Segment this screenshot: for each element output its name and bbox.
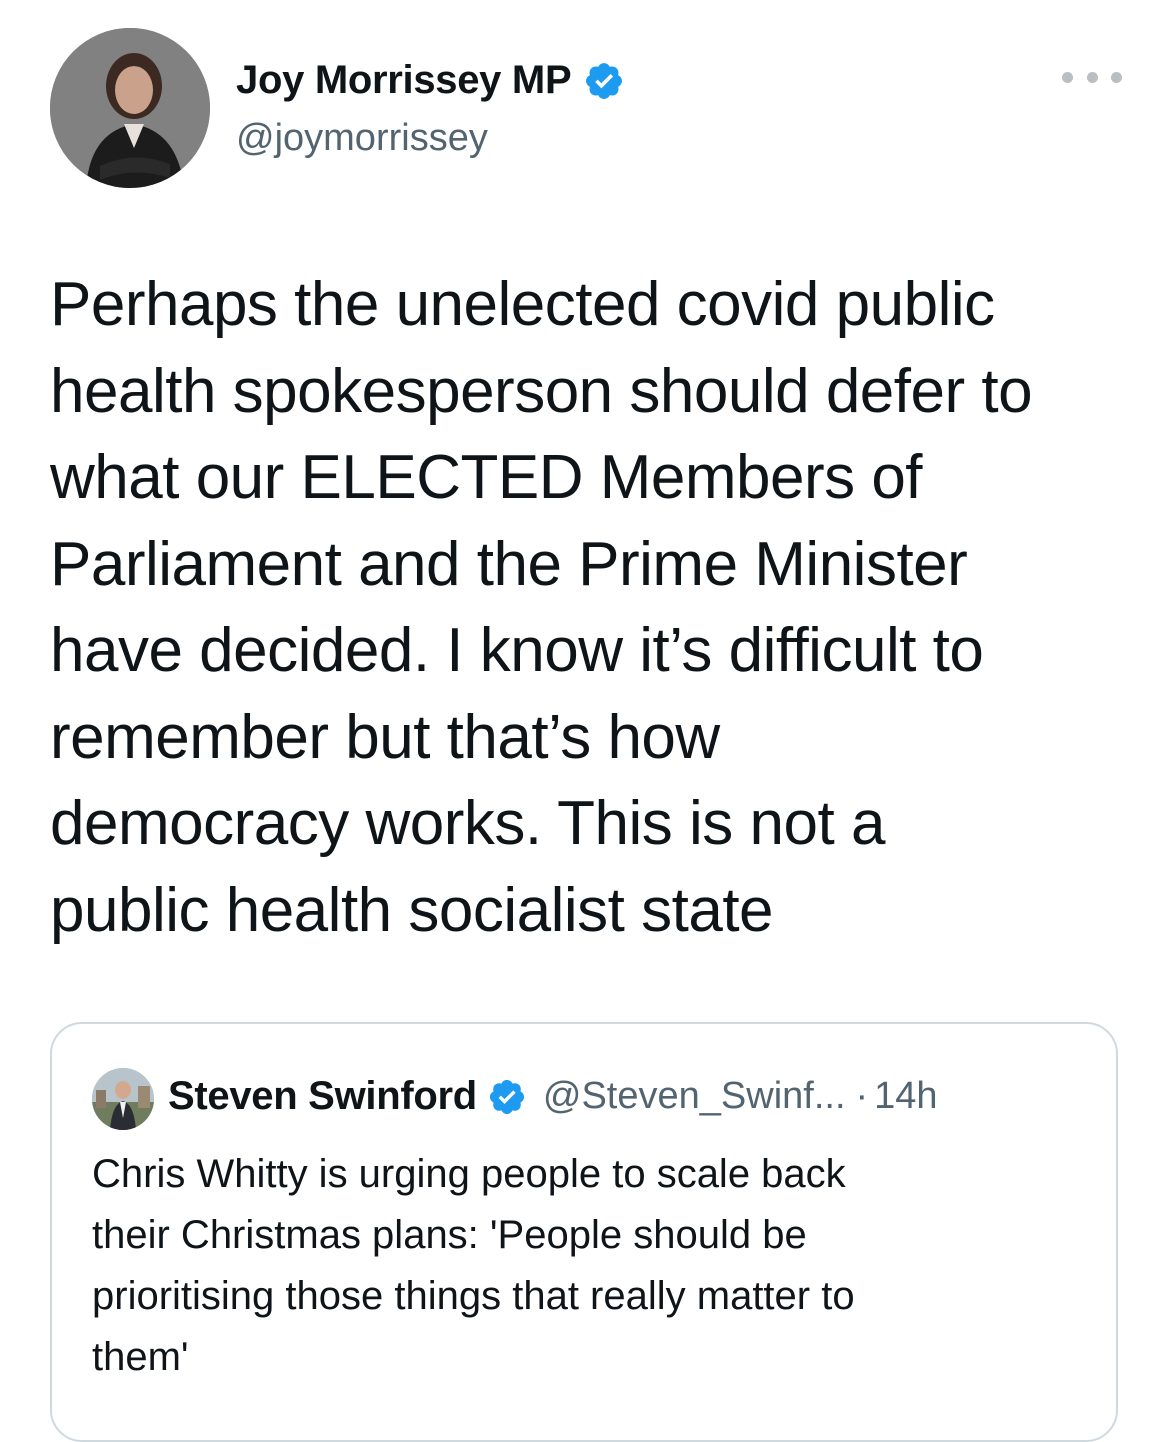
tweet: Joy Morrissey MP @joymorrissey Perhaps t… <box>0 0 1170 1442</box>
verified-badge-icon <box>487 1077 527 1117</box>
separator-dot: · <box>855 1075 869 1117</box>
more-horizontal-icon-dot <box>1111 71 1122 83</box>
more-options-button[interactable] <box>1062 64 1122 90</box>
more-horizontal-icon <box>1062 71 1073 83</box>
profile-photo-icon <box>92 1068 154 1130</box>
quoted-tweet-card[interactable]: Steven Swinford @Steven_Swinf... · 14h C… <box>50 1022 1118 1442</box>
author-name-row: Joy Morrissey MP <box>236 58 625 103</box>
author-name[interactable]: Joy Morrissey MP <box>236 58 572 103</box>
more-horizontal-icon-dot <box>1086 71 1098 83</box>
verified-badge-icon <box>583 60 625 102</box>
quote-header: Steven Swinford @Steven_Swinf... · 14h <box>168 1074 938 1119</box>
quote-author-avatar[interactable] <box>92 1068 154 1130</box>
quote-author-handle[interactable]: @Steven_Swinf... <box>543 1075 846 1118</box>
tweet-text: Perhaps the unelected covid public healt… <box>50 270 1033 945</box>
author-avatar[interactable] <box>50 28 210 188</box>
author-handle[interactable]: @joymorrissey <box>236 117 488 160</box>
quote-text: Chris Whitty is urging people to scale b… <box>92 1152 855 1379</box>
profile-photo-icon <box>50 28 210 188</box>
quote-author-name[interactable]: Steven Swinford <box>168 1074 477 1119</box>
quote-timestamp[interactable]: 14h <box>874 1075 937 1118</box>
